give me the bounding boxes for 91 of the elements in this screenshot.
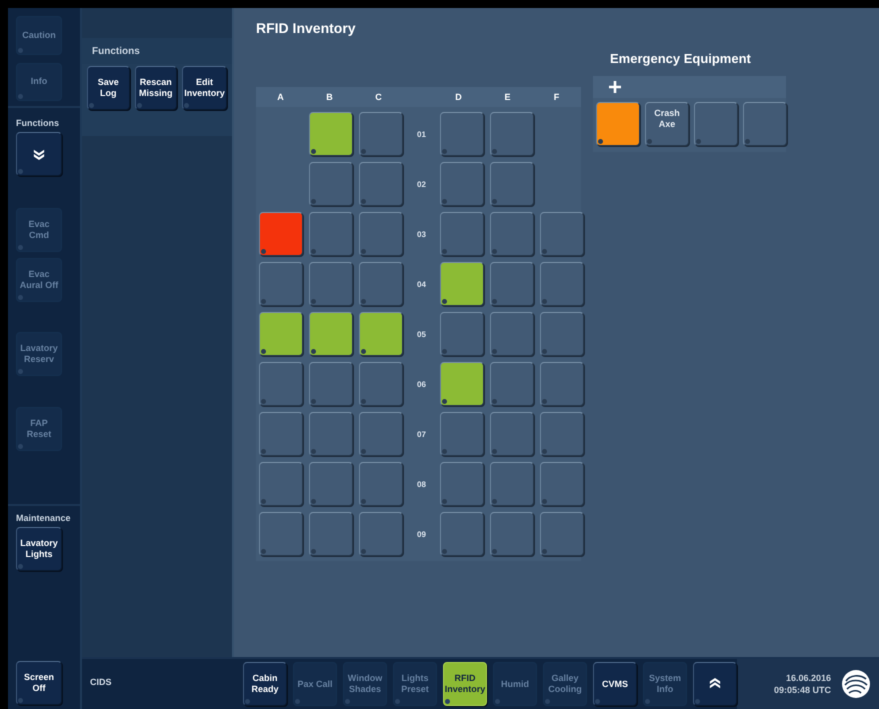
slot-button[interactable] <box>490 262 534 306</box>
slot-button[interactable] <box>259 512 303 556</box>
slot-button[interactable] <box>259 262 303 306</box>
slot-button[interactable] <box>359 362 403 406</box>
slot-button[interactable] <box>440 262 484 306</box>
slot-button[interactable] <box>259 212 303 256</box>
slot-button[interactable] <box>490 312 534 356</box>
slot-button[interactable] <box>540 462 584 506</box>
nav-button[interactable]: Cabin Ready <box>243 662 287 706</box>
slot-button[interactable] <box>440 212 484 256</box>
slot-button[interactable] <box>259 412 303 456</box>
slot-button[interactable] <box>359 212 403 256</box>
slot-button[interactable] <box>440 312 484 356</box>
row-label: 02 <box>416 180 427 188</box>
double-chevron-down-icon <box>32 148 46 160</box>
expand-button[interactable] <box>16 132 62 176</box>
function-button[interactable]: Save Log <box>87 66 130 110</box>
row-label: 07 <box>416 430 427 438</box>
column-header: B <box>325 92 334 102</box>
collapse-button[interactable] <box>693 662 737 706</box>
slot-button[interactable] <box>359 112 403 156</box>
slot-button[interactable] <box>440 462 484 506</box>
time-text: 09:05:48 UTC <box>774 684 831 696</box>
section-title: Functions <box>16 118 60 128</box>
slot-button[interactable] <box>359 162 403 206</box>
slot-button[interactable] <box>309 112 353 156</box>
slot-button[interactable] <box>490 412 534 456</box>
slot-button[interactable] <box>309 162 353 206</box>
slot-button[interactable] <box>490 212 534 256</box>
slot-button[interactable] <box>490 162 534 206</box>
column-header: A <box>276 92 285 102</box>
slot-button[interactable] <box>540 312 584 356</box>
slot-button[interactable] <box>490 112 534 156</box>
row-label: 03 <box>416 230 427 238</box>
slot-button[interactable] <box>359 512 403 556</box>
sidebar-button[interactable]: Lavatory Lights <box>16 527 62 571</box>
system-label: CIDS <box>89 677 113 687</box>
equipment-slot[interactable] <box>596 102 640 146</box>
column-header: E <box>503 92 512 102</box>
slot-button[interactable] <box>540 212 584 256</box>
slot-button[interactable] <box>490 512 534 556</box>
slot-button[interactable] <box>309 512 353 556</box>
logo-icon <box>841 669 871 699</box>
slot-button[interactable] <box>309 312 353 356</box>
nav-button[interactable]: CVMS <box>593 662 637 706</box>
row-label: 04 <box>416 280 427 288</box>
plus-icon[interactable] <box>609 81 621 93</box>
slot-button[interactable] <box>359 312 403 356</box>
slot-button[interactable] <box>490 362 534 406</box>
slot-button[interactable] <box>309 212 353 256</box>
equipment-slot[interactable] <box>694 102 738 146</box>
date-text: 16.06.2016 <box>786 672 831 684</box>
section-title: Maintenance <box>16 513 72 523</box>
slot-button[interactable] <box>359 462 403 506</box>
row-label: 06 <box>416 380 427 388</box>
slot-button[interactable] <box>540 512 584 556</box>
function-button[interactable]: Edit Inventory <box>182 66 227 110</box>
row-label: 05 <box>416 330 427 338</box>
slot-button[interactable] <box>259 312 303 356</box>
section-title: Emergency Equipment <box>610 51 752 66</box>
slot-button[interactable] <box>309 362 353 406</box>
slot-button[interactable] <box>259 462 303 506</box>
column-header: D <box>454 92 463 102</box>
slot-button[interactable] <box>440 512 484 556</box>
row-label: 01 <box>416 130 427 138</box>
function-button[interactable]: Rescan Missing <box>134 66 177 110</box>
column-header: C <box>374 92 383 102</box>
equipment-slot[interactable] <box>743 102 787 146</box>
column-header: F <box>552 92 560 102</box>
slot-button[interactable] <box>440 112 484 156</box>
row-label: 09 <box>416 530 427 538</box>
slot-button[interactable] <box>309 462 353 506</box>
screen-off-button[interactable]: Screen Off <box>16 661 62 705</box>
slot-button[interactable] <box>259 362 303 406</box>
row-label: 08 <box>416 480 427 488</box>
slot-button[interactable] <box>309 412 353 456</box>
double-chevron-up-icon <box>708 678 722 690</box>
slot-button[interactable] <box>359 412 403 456</box>
panel-title: Functions <box>92 46 140 56</box>
slot-button[interactable] <box>540 262 584 306</box>
nav-button[interactable]: RFID Inventory <box>443 662 487 706</box>
slot-button[interactable] <box>490 462 534 506</box>
slot-button[interactable] <box>440 362 484 406</box>
slot-button[interactable] <box>359 262 403 306</box>
slot-button[interactable] <box>540 362 584 406</box>
slot-button[interactable] <box>440 412 484 456</box>
slot-button[interactable] <box>540 412 584 456</box>
page-title: RFID Inventory <box>256 20 357 36</box>
equipment-slot[interactable]: Crash Axe <box>645 102 689 146</box>
slot-button[interactable] <box>440 162 484 206</box>
slot-button[interactable] <box>309 262 353 306</box>
